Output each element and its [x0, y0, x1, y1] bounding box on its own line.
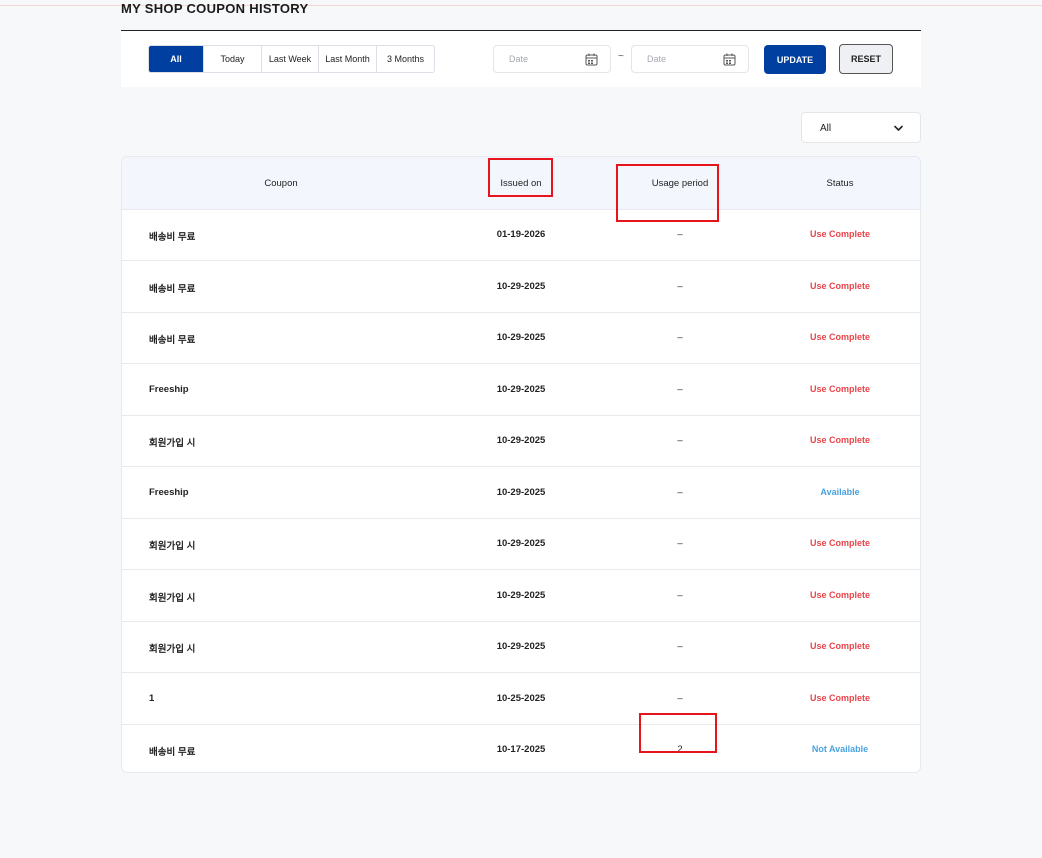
status-filter-select[interactable]: All — [801, 112, 921, 143]
coupon-name: 회원가입 시 — [149, 438, 196, 449]
usage-period: – — [677, 229, 683, 240]
reset-button[interactable]: RESET — [839, 44, 893, 74]
status-text: Use Complete — [809, 383, 871, 394]
issued-date: 01-19-2026 — [496, 229, 546, 240]
usage-period: – — [677, 589, 683, 601]
date-from-input[interactable] — [494, 46, 594, 72]
date-from-field — [493, 45, 611, 73]
usage-period: – — [677, 383, 683, 395]
issued-date: 10-29-2025 — [496, 435, 546, 446]
issued-date: 10-29-2025 — [496, 332, 546, 343]
table-row: Freeship 10-29-2025 – Use Complete — [122, 364, 920, 416]
usage-period: – — [677, 280, 683, 292]
status-text: Use Complete — [809, 332, 871, 342]
date-to-input[interactable] — [632, 46, 732, 72]
table-header: Coupon Issued on Usage period Status — [122, 157, 920, 210]
status-text: Use Complete — [809, 229, 871, 239]
issued-date: 10-29-2025 — [496, 641, 546, 652]
calendar-icon[interactable] — [585, 53, 598, 66]
table-row: 회원가입 시 10-29-2025 – Use Complete — [122, 570, 920, 622]
usage-period: – — [677, 332, 683, 343]
issued-date: 10-29-2025 — [496, 383, 546, 395]
page-title: MY SHOP COUPON HISTORY — [121, 1, 309, 16]
period-tab-today[interactable]: Today — [204, 46, 262, 72]
table-row: 배송비 무료 10-29-2025 – Use Complete — [122, 312, 920, 364]
table-row: 1 10-25-2025 – Use Complete — [122, 673, 920, 725]
usage-period: 2 — [677, 744, 683, 755]
table-row: 배송비 무료 10-29-2025 – Use Complete — [122, 261, 920, 313]
status-text: Use Complete — [809, 435, 871, 445]
table-row: 배송비 무료 01-19-2026 – Use Complete — [122, 209, 920, 261]
column-header-status: Status — [826, 178, 854, 189]
date-range-separator: ~ — [618, 51, 624, 62]
chevron-down-icon — [894, 125, 903, 131]
calendar-icon[interactable] — [723, 53, 736, 66]
issued-date: 10-25-2025 — [496, 692, 546, 704]
column-header-issued-on: Issued on — [500, 178, 542, 189]
issued-date: 10-17-2025 — [496, 744, 546, 755]
status-text: Use Complete — [809, 692, 871, 703]
table-row: 회원가입 시 10-29-2025 – Use Complete — [122, 621, 920, 673]
usage-period: – — [677, 538, 683, 549]
coupon-name: 배송비 무료 — [149, 232, 196, 243]
coupon-name: 회원가입 시 — [149, 644, 196, 655]
coupon-name: 회원가입 시 — [149, 592, 196, 604]
status-text: Available — [820, 486, 860, 497]
update-button[interactable]: UPDATE — [764, 45, 826, 74]
status-filter-value: All — [820, 123, 832, 134]
coupon-name: 1 — [149, 692, 155, 704]
status-text: Use Complete — [809, 538, 871, 548]
status-text: Use Complete — [809, 280, 871, 291]
table-row: 회원가입 시 10-29-2025 – Use Complete — [122, 415, 920, 467]
date-to-field — [631, 45, 749, 73]
status-text: Not Available — [811, 744, 869, 754]
issued-date: 10-29-2025 — [496, 589, 546, 601]
period-tabs: All Today Last Week Last Month 3 Months — [148, 45, 435, 73]
period-tab-3-months[interactable]: 3 Months — [377, 46, 434, 72]
usage-period: – — [677, 486, 683, 498]
usage-period: – — [677, 435, 683, 446]
period-tab-last-week[interactable]: Last Week — [262, 46, 319, 72]
coupon-name: Freeship — [149, 486, 189, 498]
period-tab-all[interactable]: All — [149, 46, 204, 72]
column-header-coupon: Coupon — [264, 178, 298, 189]
table-row: Freeship 10-29-2025 – Available — [122, 467, 920, 519]
coupon-history-table: Coupon Issued on Usage period Status 배송비… — [121, 156, 921, 773]
column-header-usage-period: Usage period — [651, 178, 709, 189]
coupon-name: 회원가입 시 — [149, 541, 196, 552]
issued-date: 10-29-2025 — [496, 280, 546, 292]
coupon-name: 배송비 무료 — [149, 335, 196, 346]
coupon-name: Freeship — [149, 383, 189, 395]
usage-period: – — [677, 641, 683, 652]
status-text: Use Complete — [809, 641, 871, 651]
coupon-name: 배송비 무료 — [149, 283, 196, 295]
filter-panel: All Today Last Week Last Month 3 Months … — [121, 30, 921, 87]
issued-date: 10-29-2025 — [496, 486, 546, 498]
usage-period: – — [677, 692, 683, 704]
table-row: 회원가입 시 10-29-2025 – Use Complete — [122, 518, 920, 570]
coupon-name: 배송비 무료 — [149, 747, 196, 758]
issued-date: 10-29-2025 — [496, 538, 546, 549]
status-text: Use Complete — [809, 589, 871, 600]
period-tab-last-month[interactable]: Last Month — [319, 46, 377, 72]
table-row: 배송비 무료 10-17-2025 2 Not Available — [122, 724, 920, 772]
